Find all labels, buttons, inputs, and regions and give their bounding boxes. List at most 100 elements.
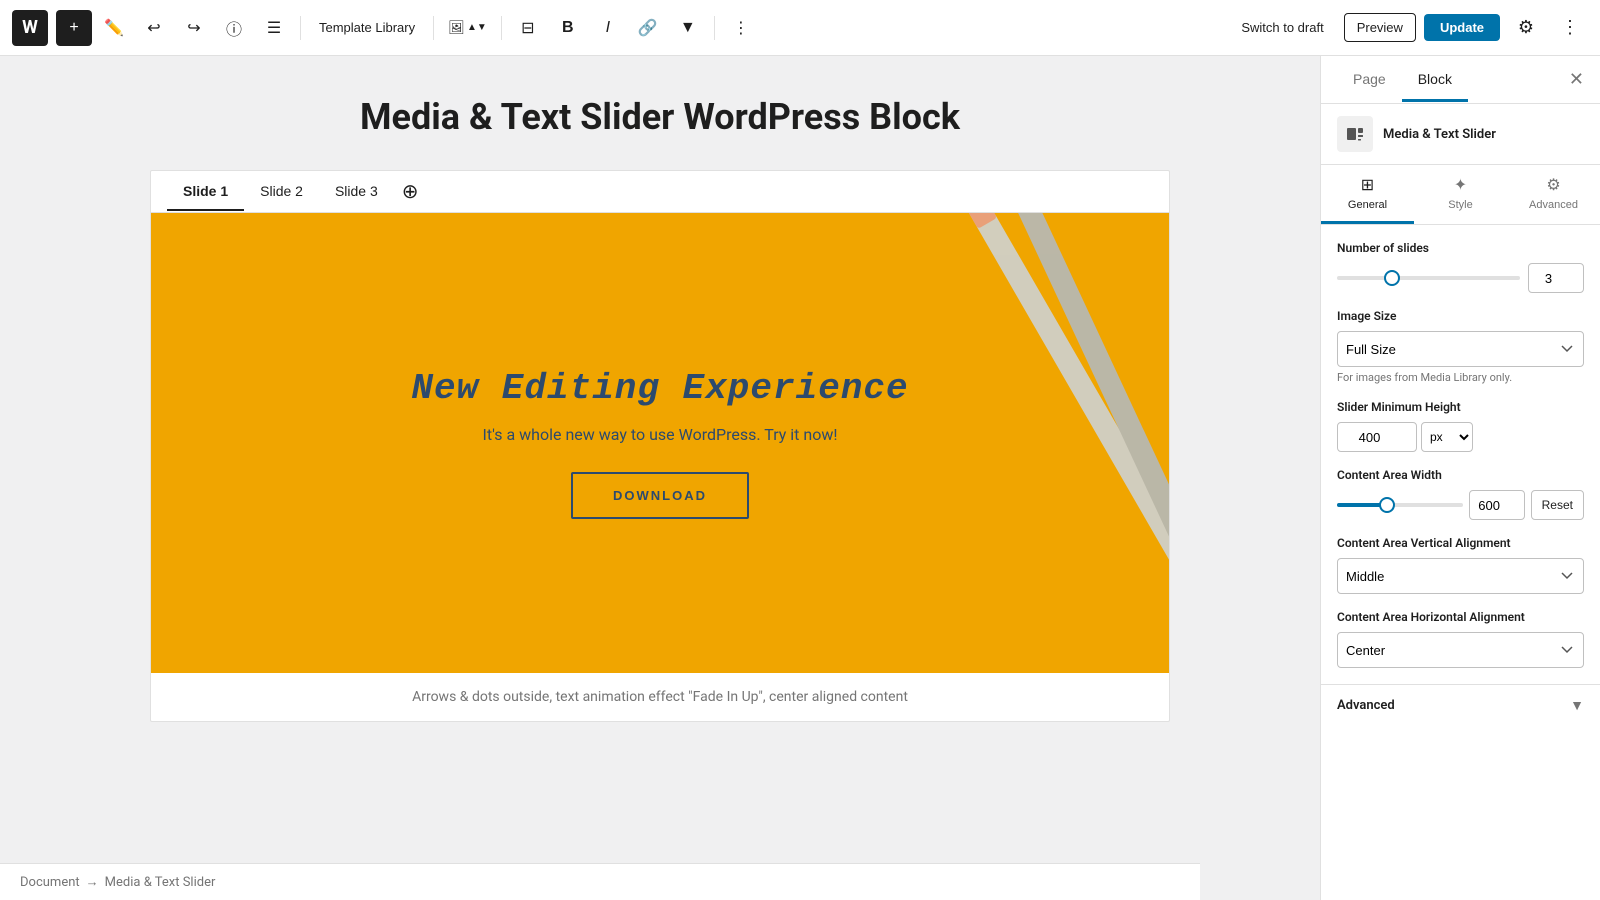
general-label: General (1348, 199, 1387, 211)
image-icon: 🖼 (448, 20, 465, 36)
more-menu-button[interactable]: ⋮ (1552, 10, 1588, 46)
slides-slider-thumb[interactable] (1384, 270, 1400, 286)
slider-heading: New Editing Experience (411, 368, 908, 409)
breadcrumb-current[interactable]: Media & Text Slider (105, 875, 216, 890)
editor-area: Media & Text Slider WordPress Block Slid… (0, 56, 1320, 900)
content-width-slider-track[interactable] (1337, 503, 1463, 507)
content-block: Slide 1 Slide 2 Slide 3 ⊕ (150, 170, 1170, 722)
transform-button[interactable]: ⊟ (510, 10, 546, 46)
slide-tab-1[interactable]: Slide 1 (167, 173, 244, 211)
download-button[interactable]: DOWNLOAD (571, 472, 749, 519)
content-area-width-input[interactable] (1469, 490, 1525, 520)
breadcrumb: Document → Media & Text Slider (0, 863, 1200, 900)
advanced-section[interactable]: Advanced ▼ (1321, 684, 1600, 726)
close-panel-button[interactable]: ✕ (1569, 69, 1584, 90)
toolbar-divider-3 (501, 16, 502, 40)
image-size-label: Image Size (1337, 309, 1584, 323)
slider-min-height-label: Slider Minimum Height (1337, 400, 1584, 414)
settings-tabs: ⊞ General ✦ Style ⚙ Advanced (1321, 165, 1600, 225)
chevron-up-down-icon: ▲▼ (467, 22, 487, 33)
style-icon: ✦ (1454, 175, 1467, 195)
settings-tab-general[interactable]: ⊞ General (1321, 165, 1414, 224)
toolbar-divider-2 (433, 16, 434, 40)
tab-page[interactable]: Page (1337, 59, 1402, 102)
number-of-slides-field: Number of slides (1337, 241, 1584, 293)
update-button[interactable]: Update (1424, 14, 1500, 41)
preview-button[interactable]: Preview (1344, 13, 1416, 42)
italic-button[interactable]: I (590, 10, 626, 46)
number-of-slides-row (1337, 263, 1584, 293)
slide-caption: Arrows & dots outside, text animation ef… (151, 673, 1169, 721)
breadcrumb-separator: → (86, 874, 99, 890)
chevron-down-icon: ▼ (1570, 697, 1584, 714)
general-icon: ⊞ (1361, 175, 1374, 195)
slider-min-height-field: Slider Minimum Height px em % (1337, 400, 1584, 452)
content-horizontal-alignment-label: Content Area Horizontal Alignment (1337, 610, 1584, 624)
content-area-width-field: Content Area Width Reset (1337, 468, 1584, 520)
slide-tab-3[interactable]: Slide 3 (319, 173, 394, 211)
bold-button[interactable]: B (550, 10, 586, 46)
slide-tabs: Slide 1 Slide 2 Slide 3 ⊕ (151, 171, 1169, 213)
wp-logo-icon[interactable]: W (12, 10, 48, 46)
content-vertical-alignment-label: Content Area Vertical Alignment (1337, 536, 1584, 550)
panel-tabs: Page Block (1337, 59, 1468, 101)
toolbar-divider-1 (300, 16, 301, 40)
main-toolbar: W + ✏️ ↩ ↪ ⓘ ☰ Template Library 🖼 ▲▼ ⊟ B… (0, 0, 1600, 56)
media-text-slider-icon (1345, 124, 1365, 144)
main-layout: Media & Text Slider WordPress Block Slid… (0, 56, 1600, 900)
settings-tab-advanced[interactable]: ⚙ Advanced (1507, 165, 1600, 224)
add-block-button[interactable]: + (56, 10, 92, 46)
content-vertical-alignment-field: Content Area Vertical Alignment Top Midd… (1337, 536, 1584, 594)
list-view-button[interactable]: ☰ (256, 10, 292, 46)
slides-number-input[interactable] (1528, 263, 1584, 293)
breadcrumb-document[interactable]: Document (20, 875, 80, 890)
info-button[interactable]: ⓘ (216, 10, 252, 46)
slider-subtext: It's a whole new way to use WordPress. T… (411, 425, 908, 444)
panel-content: Number of slides Image Size Full Size La… (1321, 225, 1600, 684)
image-size-field: Image Size Full Size Large Medium Thumbn… (1337, 309, 1584, 384)
right-panel: Page Block ✕ Media & Text Slider ⊞ Gener… (1320, 56, 1600, 900)
style-label: Style (1448, 199, 1472, 211)
block-name-label: Media & Text Slider (1383, 127, 1496, 142)
slides-slider-track[interactable] (1337, 276, 1520, 280)
image-block-button[interactable]: 🖼 ▲▼ (442, 16, 493, 40)
block-icon (1337, 116, 1373, 152)
panel-header: Page Block ✕ (1321, 56, 1600, 104)
slide-tab-2[interactable]: Slide 2 (244, 173, 319, 211)
advanced-icon: ⚙ (1546, 175, 1560, 195)
more-text-options-button[interactable]: ▼ (670, 10, 706, 46)
settings-button[interactable]: ⚙ (1508, 10, 1544, 46)
content-area-width-row: Reset (1337, 490, 1584, 520)
content-width-slider-thumb[interactable] (1379, 497, 1395, 513)
content-area-width-reset-button[interactable]: Reset (1531, 490, 1584, 520)
slider-min-height-unit[interactable]: px em % (1421, 422, 1473, 452)
slider-min-height-input[interactable] (1337, 422, 1417, 452)
content-vertical-alignment-select[interactable]: Top Middle Bottom (1337, 558, 1584, 594)
more-options-button[interactable]: ⋮ (723, 10, 759, 46)
toolbar-divider-4 (714, 16, 715, 40)
image-size-select[interactable]: Full Size Large Medium Thumbnail (1337, 331, 1584, 367)
advanced-section-label: Advanced (1337, 698, 1395, 713)
settings-tab-style[interactable]: ✦ Style (1414, 165, 1507, 224)
toolbar-left: W + ✏️ ↩ ↪ ⓘ ☰ Template Library 🖼 ▲▼ ⊟ B… (12, 10, 1225, 46)
undo-button[interactable]: ↩ (136, 10, 172, 46)
edit-tools-button[interactable]: ✏️ (96, 10, 132, 46)
number-of-slides-label: Number of slides (1337, 241, 1584, 255)
block-info: Media & Text Slider (1321, 104, 1600, 165)
pencils-decoration (919, 213, 1169, 673)
tab-block[interactable]: Block (1402, 59, 1468, 102)
content-horizontal-alignment-field: Content Area Horizontal Alignment Left C… (1337, 610, 1584, 668)
switch-to-draft-button[interactable]: Switch to draft (1229, 14, 1335, 41)
template-library-button[interactable]: Template Library (309, 14, 425, 41)
slider-content: New Editing Experience It's a whole new … (391, 348, 928, 539)
slider-image: New Editing Experience It's a whole new … (151, 213, 1169, 673)
add-slide-button[interactable]: ⊕ (394, 171, 427, 212)
advanced-label: Advanced (1529, 199, 1578, 211)
content-horizontal-alignment-select[interactable]: Left Center Right (1337, 632, 1584, 668)
page-title: Media & Text Slider WordPress Block (360, 96, 960, 138)
content-area-width-label: Content Area Width (1337, 468, 1584, 482)
redo-button[interactable]: ↪ (176, 10, 212, 46)
link-button[interactable]: 🔗 (630, 10, 666, 46)
slider-min-height-row: px em % (1337, 422, 1584, 452)
image-size-hint: For images from Media Library only. (1337, 371, 1584, 384)
